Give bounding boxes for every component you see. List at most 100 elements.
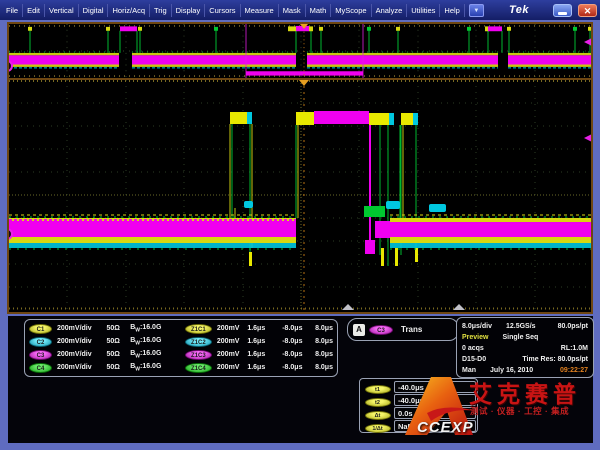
zoom-position: -8.0μs (274, 338, 305, 345)
overview-waveform (9, 24, 591, 78)
overview-baseline-band (9, 52, 591, 68)
zoom-badge-z1c4[interactable]: Z1C4 (185, 363, 212, 373)
menu-bar: File Edit Vertical Digital Horiz/Acq Tri… (0, 0, 600, 20)
menu-analyze[interactable]: Analyze (372, 4, 408, 17)
acquisition-overview[interactable] (9, 24, 591, 80)
channel-badge-c4[interactable]: C4 (29, 363, 52, 373)
menu-mask[interactable]: Mask (279, 4, 306, 17)
cursor-value-t2: -40.0μs (394, 394, 476, 406)
menu-help[interactable]: Help (440, 4, 464, 17)
readout-area: C1 200mV/div 50Ω BW:16.0G Z1C1 200mV 1.6… (0, 316, 600, 443)
channel-impedance: 50Ω (106, 338, 130, 345)
time-resolution: Time Res: 80.0ps/pt (522, 354, 588, 365)
zoom-scale: 200mV (217, 325, 247, 332)
channel-row-c4: C4 200mV/div 50Ω BW:16.0G Z1C4 200mV 1.6… (29, 361, 333, 374)
channel-bandwidth: BW:16.0G (130, 337, 175, 346)
tek-logo: Tek (509, 4, 529, 16)
acq-sequence: Single Seq (502, 332, 538, 343)
zoom-per-div: 1.6μs (247, 325, 274, 332)
cursor-readout-panel: t1 -40.0μs t2 -40.0μs Δt 0.0s 1/Δt NaNHz (359, 378, 478, 433)
menu-trig[interactable]: Trig (150, 4, 172, 17)
zoom-badge-z1c2[interactable]: Z1C2 (185, 337, 212, 347)
zoom-badge-z1c3[interactable]: Z1C3 (185, 350, 212, 360)
sample-rate: 12.5GS/s (506, 321, 536, 332)
overview-pulse-edges (30, 30, 590, 53)
cursor-value-t1: -40.0μs (394, 381, 476, 393)
trigger-mode: Man (462, 365, 476, 376)
channel-bandwidth: BW:16.0G (130, 350, 175, 359)
channel-impedance: 50Ω (106, 364, 130, 371)
menu-horiz-acq[interactable]: Horiz/Acq (108, 4, 150, 17)
sample-resolution: 80.0ps/pt (558, 321, 588, 332)
trigger-level-marker-main[interactable] (584, 134, 591, 142)
channel-scale: 200mV/div (57, 364, 106, 371)
cursor-value-inv-dt: NaNHz (394, 420, 476, 432)
channel-scale: 200mV/div (57, 338, 106, 345)
zoom-position: -8.0μs (274, 364, 305, 371)
channel-badge-c1[interactable]: C1 (29, 324, 52, 334)
zoom-per-div: 1.6μs (247, 338, 274, 345)
channel-impedance: 50Ω (106, 351, 130, 358)
zoom-scale: 200mV (217, 364, 247, 371)
zoom-span: 8.0μs (304, 325, 333, 332)
zoom-per-div: 1.6μs (247, 364, 274, 371)
main-waveform (9, 80, 591, 310)
burst-2 (296, 111, 400, 266)
cursor-badge-inv-dt[interactable]: 1/Δt (365, 424, 391, 433)
menu-digital[interactable]: Digital (79, 4, 109, 17)
menu-display[interactable]: Display (172, 4, 206, 17)
channel-scale: 200mV/div (57, 351, 106, 358)
date-label: July 16, 2010 (490, 365, 533, 376)
channel-row-c3: C3 200mV/div 50Ω BW:16.0G Z1C3 200mV 1.6… (29, 348, 333, 361)
channel-badge-c3[interactable]: C3 (29, 350, 52, 360)
overview-tick-rows (9, 26, 591, 76)
channel-badge-c2[interactable]: C2 (29, 337, 52, 347)
baseline-band-left (9, 215, 296, 249)
record-length: RL:1.0M (561, 343, 588, 354)
waveform-display[interactable] (7, 22, 593, 314)
overview-grid (9, 24, 591, 78)
acq-count: 0 acqs (462, 343, 484, 354)
digital-bus-label: D15-D0 (462, 354, 486, 365)
trigger-source-badge[interactable]: C3 (369, 325, 393, 335)
menu-vertical[interactable]: Vertical (45, 4, 79, 17)
zoom-scale: 200mV (217, 351, 247, 358)
channel-readout-panel: C1 200mV/div 50Ω BW:16.0G Z1C1 200mV 1.6… (24, 319, 338, 377)
overview-pulse-tops (28, 26, 591, 31)
menu-myscope[interactable]: MyScope (331, 4, 371, 17)
acq-mode-preview: Preview (462, 332, 488, 343)
channel-row-c1: C1 200mV/div 50Ω BW:16.0G Z1C1 200mV 1.6… (29, 322, 333, 335)
menu-file[interactable]: File (2, 4, 23, 17)
zoom-per-div: 1.6μs (247, 351, 274, 358)
close-button[interactable]: ✕ (578, 4, 597, 17)
accexp-cjk-name: 艾克赛普 (469, 375, 581, 409)
menu-overflow-button[interactable]: ▼ (469, 4, 484, 17)
timebase-scale: 8.0μs/div (462, 321, 492, 332)
bottom-frame-tabs[interactable] (342, 304, 465, 310)
channel-impedance: 50Ω (106, 325, 130, 332)
zoom-span: 8.0μs (304, 351, 333, 358)
trigger-type-label: Trans (401, 325, 422, 334)
accexp-tagline: 测试 · 仪器 · 工控 · 集成 (470, 405, 569, 417)
menu-cursors[interactable]: Cursors (205, 4, 240, 17)
menu-math[interactable]: Math (306, 4, 332, 17)
trigger-a-icon: A (353, 324, 365, 336)
baseline-band-right (375, 204, 591, 249)
trigger-position-marker (300, 24, 308, 78)
channel-row-c2: C2 200mV/div 50Ω BW:16.0G Z1C2 200mV 1.6… (29, 335, 333, 348)
menu-edit[interactable]: Edit (23, 4, 45, 17)
minimize-button[interactable] (553, 4, 572, 17)
menu-measure[interactable]: Measure (241, 4, 279, 17)
cursor-row-inv-dt: 1/Δt NaNHz (361, 419, 476, 432)
close-icon: ✕ (584, 6, 592, 16)
trigger-level-marker-overview[interactable] (584, 38, 591, 46)
trigger-readout-panel[interactable]: A C3 Trans (347, 318, 459, 341)
clock-label: 09:22:27 (560, 365, 588, 376)
zoom-position: -8.0μs (274, 325, 305, 332)
cursor-value-dt: 0.0s (394, 407, 476, 419)
zoom-window-view[interactable] (9, 80, 591, 310)
zoom-badge-z1c1[interactable]: Z1C1 (185, 324, 212, 334)
menu-utilities[interactable]: Utilities (407, 4, 440, 17)
zoom-position: -8.0μs (274, 351, 305, 358)
zoom-scale: 200mV (217, 338, 247, 345)
